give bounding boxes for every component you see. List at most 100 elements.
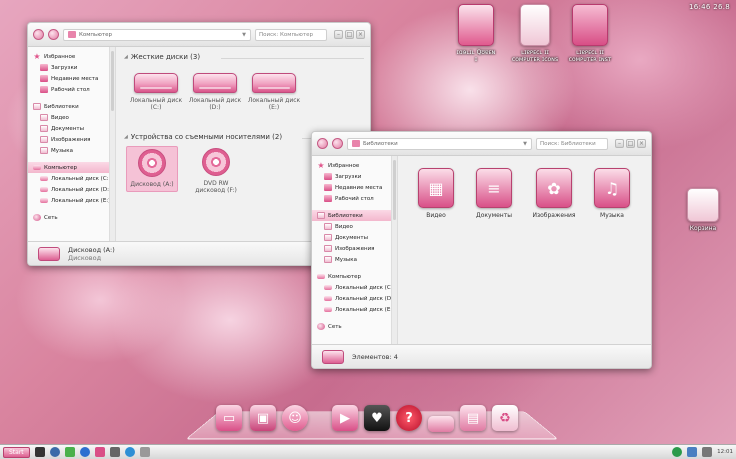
documents-library-icon <box>324 234 332 241</box>
drive-c[interactable]: Локальный диск (C:) <box>128 69 184 111</box>
nav-label: Загрузки <box>51 64 78 71</box>
taskbar-app-icon[interactable] <box>64 447 75 457</box>
dock-help-icon[interactable]: ? <box>396 405 422 431</box>
nav-favorites[interactable]: ★ Избранное <box>28 51 115 62</box>
dock-chat-icon[interactable]: ☺ <box>282 405 308 431</box>
nav-disk-e[interactable]: Локальный диск (E:) <box>28 195 115 206</box>
network-icon <box>33 214 41 221</box>
nav-scrollbar[interactable] <box>391 156 397 344</box>
drive-d[interactable]: Локальный диск (D:) <box>187 69 243 111</box>
forward-button[interactable] <box>332 138 343 149</box>
nav-desktop[interactable]: Рабочий стол <box>312 193 397 204</box>
nav-images[interactable]: Изображения <box>28 134 115 145</box>
chevron-down-icon[interactable]: ▼ <box>242 32 246 38</box>
library-music[interactable]: ♫ Музыка <box>582 168 642 219</box>
desktop-icon <box>40 86 48 93</box>
taskbar-app-icon[interactable] <box>109 447 120 457</box>
desktop-icon-folder-docs[interactable]: ʟɪɐᴘᴇᴄʟ ɪɪ ᴄᴏᴍᴘᴜᴛᴇʀ ɪᴄᴏɴꜱ <box>504 4 566 63</box>
floppy-drive-a[interactable]: Дисковод (A:) <box>126 146 178 192</box>
address-bar[interactable]: Компьютер ▼ <box>63 28 251 41</box>
nav-music[interactable]: Музыка <box>28 145 115 156</box>
tray-play-icon[interactable] <box>672 447 683 457</box>
back-button[interactable] <box>33 29 44 40</box>
dock-trash-icon[interactable]: ♻ <box>492 405 518 431</box>
nav-video[interactable]: Видео <box>312 221 397 232</box>
nav-label: Загрузки <box>335 173 362 180</box>
nav-disk-c[interactable]: Локальный диск (C:) <box>28 173 115 184</box>
nav-computer[interactable]: Компьютер <box>312 271 397 282</box>
tray-volume-icon[interactable] <box>702 447 713 457</box>
dock-heart-icon[interactable]: ♥ <box>364 405 390 431</box>
scrollbar-thumb[interactable] <box>111 51 114 111</box>
nav-images[interactable]: Изображения <box>312 243 397 254</box>
dock-drive-icon[interactable] <box>428 416 454 432</box>
nav-disk-d[interactable]: Локальный диск (D:) <box>28 184 115 195</box>
taskbar: Start 12:01 <box>0 444 736 459</box>
chevron-down-icon[interactable]: ▼ <box>523 141 527 147</box>
nav-network[interactable]: Сеть <box>28 212 115 223</box>
nav-recent[interactable]: Недавние места <box>312 182 397 193</box>
minimize-button[interactable]: – <box>334 30 343 39</box>
recycle-bin-icon[interactable]: Корзина <box>672 188 734 232</box>
dock-folder-icon[interactable]: ▤ <box>460 405 486 431</box>
nav-computer[interactable]: Компьютер <box>28 162 115 173</box>
nav-documents[interactable]: Документы <box>312 232 397 243</box>
dock-monitor-icon[interactable]: ▣ <box>250 405 276 431</box>
taskbar-app-icon[interactable] <box>49 447 60 457</box>
dock-computer-icon[interactable]: ▭ <box>216 405 242 431</box>
nav-label: Локальный диск (E:) <box>335 306 395 313</box>
maximize-button[interactable]: □ <box>345 30 354 39</box>
nav-libraries[interactable]: Библиотеки <box>28 101 115 112</box>
nav-libraries[interactable]: Библиотеки <box>312 210 397 221</box>
hard-drive-icon <box>324 285 332 290</box>
libraries-window-body: ★ Избранное Загрузки Недавние места Рабоч… <box>312 156 651 344</box>
search-input[interactable]: Поиск: Библиотеки <box>536 137 608 150</box>
dvd-drive-f[interactable]: DVD RW дисковод (F:) <box>188 146 244 194</box>
close-button[interactable]: × <box>356 30 365 39</box>
taskbar-app-icon[interactable] <box>94 447 105 457</box>
back-button[interactable] <box>317 138 328 149</box>
nav-favorites[interactable]: ★ Избранное <box>312 160 397 171</box>
taskbar-app-icon[interactable] <box>79 447 90 457</box>
library-images[interactable]: ✿ Изображения <box>524 168 584 219</box>
minimize-button[interactable]: – <box>615 139 624 148</box>
hard-drives-header[interactable]: ◢ Жесткие диски (3) <box>124 53 200 61</box>
nav-recent[interactable]: Недавние места <box>28 73 115 84</box>
forward-button[interactable] <box>48 29 59 40</box>
nav-documents[interactable]: Документы <box>28 123 115 134</box>
taskbar-app-icon[interactable] <box>34 447 45 457</box>
maximize-button[interactable]: □ <box>626 139 635 148</box>
nav-disk-e[interactable]: Локальный диск (E:) <box>312 304 397 315</box>
start-button[interactable]: Start <box>3 446 30 458</box>
nav-music[interactable]: Музыка <box>312 254 397 265</box>
libraries-icon <box>33 103 41 110</box>
library-documents[interactable]: ≡ Документы <box>464 168 524 219</box>
close-button[interactable]: × <box>637 139 646 148</box>
desktop-icon-folder-books[interactable]: ʟɪɐᴘᴇᴄʟ ɪɪ ᴄᴏᴍᴘᴜᴛᴇʀ ɪɴꜱᴛ <box>559 4 621 63</box>
nav-label: Документы <box>51 125 84 132</box>
taskbar-app-icon[interactable] <box>124 447 135 457</box>
nav-label: Библиотеки <box>44 103 79 110</box>
nav-network[interactable]: Сеть <box>312 321 397 332</box>
library-video[interactable]: ▦ Видео <box>406 168 466 219</box>
taskbar-app-icon[interactable] <box>139 447 150 457</box>
tray-network-icon[interactable] <box>687 447 698 457</box>
nav-downloads[interactable]: Загрузки <box>28 62 115 73</box>
nav-disk-d[interactable]: Локальный диск (D:) <box>312 293 397 304</box>
nav-scrollbar[interactable] <box>109 47 115 241</box>
address-bar[interactable]: Библиотеки ▼ <box>347 137 532 150</box>
nav-label: Рабочий стол <box>51 86 90 93</box>
nav-label: Локальный диск (C:) <box>335 284 395 291</box>
nav-downloads[interactable]: Загрузки <box>312 171 397 182</box>
desktop-icon-folder-queen[interactable]: ɪɑɘʟɪʟ Qʊɐᴇɴ ɪ <box>445 4 507 63</box>
dock-media-icon[interactable]: ▶ <box>332 405 358 431</box>
scrollbar-thumb[interactable] <box>393 160 396 220</box>
nav-disk-c[interactable]: Локальный диск (C:) <box>312 282 397 293</box>
libraries-icon <box>317 212 325 219</box>
search-input[interactable]: Поиск: Компьютер <box>255 28 327 41</box>
removable-header[interactable]: ◢ Устройства со съемными носителями (2) <box>124 133 282 141</box>
taskbar-clock: 12:01 <box>717 449 733 455</box>
nav-desktop[interactable]: Рабочий стол <box>28 84 115 95</box>
drive-e[interactable]: Локальный диск (E:) <box>246 69 302 111</box>
nav-video[interactable]: Видео <box>28 112 115 123</box>
